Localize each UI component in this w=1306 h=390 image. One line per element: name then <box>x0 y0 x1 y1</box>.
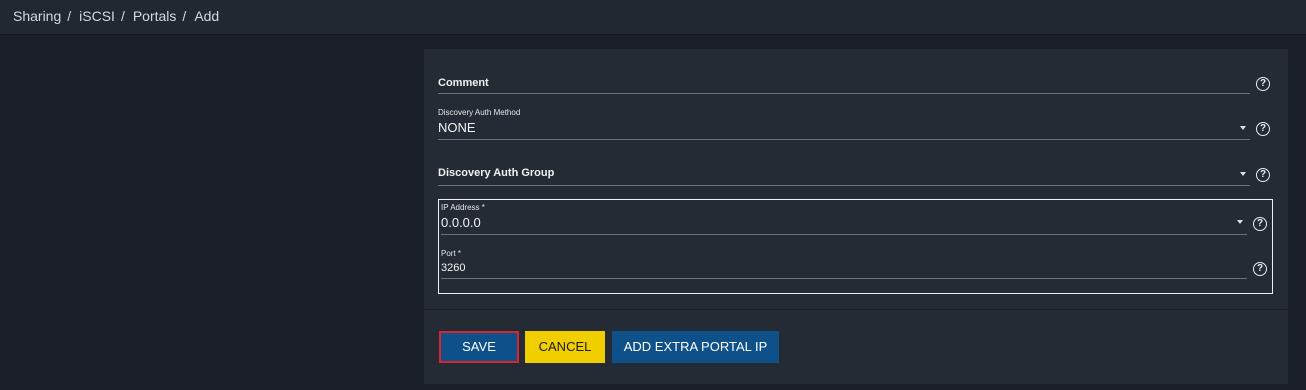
ip-address-label: IP Address * <box>441 203 485 212</box>
breadcrumb-separator: / <box>182 8 187 24</box>
save-button[interactable]: SAVE <box>439 331 519 363</box>
discovery-auth-group-help-icon[interactable]: ? <box>1256 168 1270 182</box>
breadcrumb-separator: / <box>120 8 125 24</box>
port-label: Port * <box>441 249 462 258</box>
breadcrumb-separator: / <box>67 8 72 24</box>
discovery-auth-method-help-icon[interactable]: ? <box>1256 122 1270 136</box>
add-extra-portal-ip-button[interactable]: ADD EXTRA PORTAL IP <box>612 331 779 363</box>
portal-ip-group <box>438 199 1273 294</box>
chevron-down-icon[interactable] <box>1240 126 1246 130</box>
breadcrumb: Sharing / iSCSI / Portals / Add <box>13 8 219 24</box>
breadcrumb-portals[interactable]: Portals <box>133 8 177 24</box>
form-divider <box>424 309 1288 310</box>
left-panel <box>5 36 423 390</box>
breadcrumb-iscsi[interactable]: iSCSI <box>79 8 115 24</box>
ip-address-help-icon[interactable]: ? <box>1253 217 1267 231</box>
chevron-down-icon[interactable] <box>1237 220 1243 224</box>
port-value[interactable]: 3260 <box>441 262 465 274</box>
discovery-auth-group-label: Discovery Auth Group <box>438 167 555 179</box>
discovery-auth-method-label: Discovery Auth Method <box>438 108 521 117</box>
ip-address-value[interactable]: 0.0.0.0 <box>441 215 481 230</box>
top-bar: Sharing / iSCSI / Portals / Add <box>0 0 1306 35</box>
discovery-auth-method-value[interactable]: NONE <box>438 120 476 135</box>
breadcrumb-add: Add <box>194 8 220 24</box>
comment-help-icon[interactable]: ? <box>1256 77 1270 91</box>
comment-label: Comment <box>438 77 489 89</box>
chevron-down-icon[interactable] <box>1240 172 1246 176</box>
port-help-icon[interactable]: ? <box>1253 262 1267 276</box>
cancel-button[interactable]: CANCEL <box>525 331 605 363</box>
breadcrumb-sharing[interactable]: Sharing <box>13 8 61 24</box>
